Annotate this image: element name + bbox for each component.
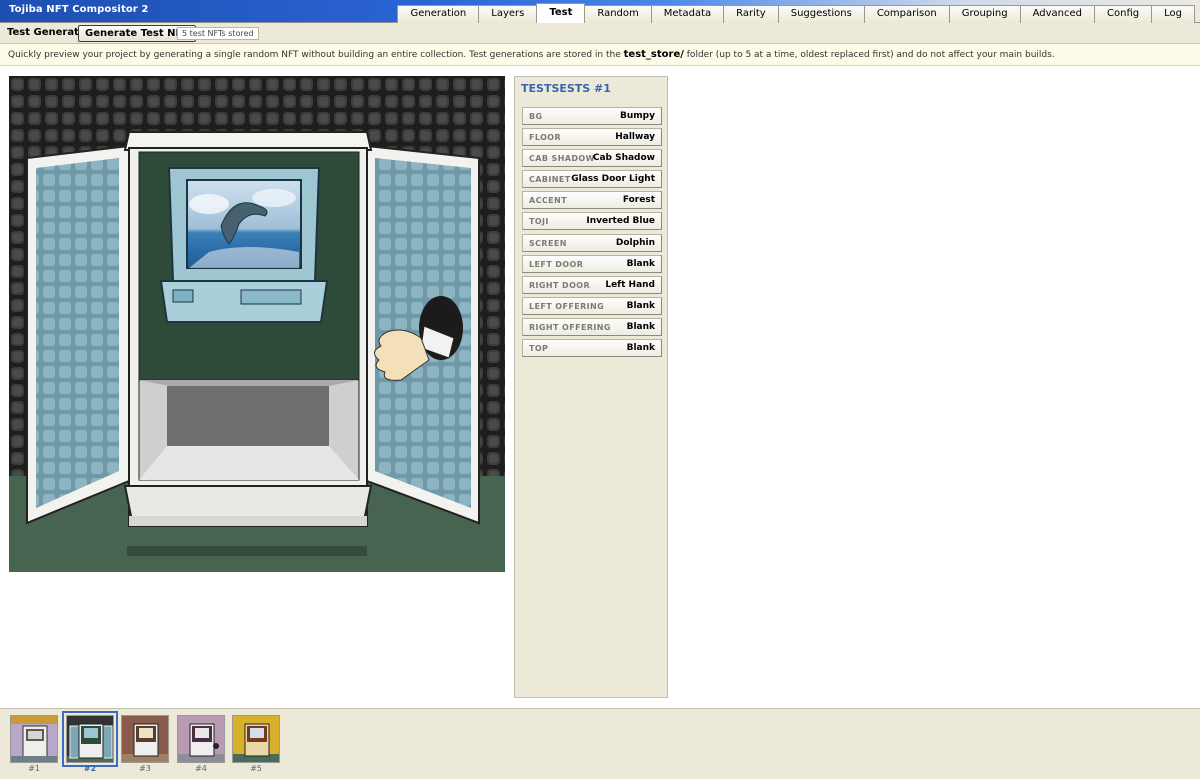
thumbnail-5-label: #5 [250, 764, 262, 773]
thumbnail-1-label: #1 [28, 764, 40, 773]
trait-row-top[interactable]: TOP Blank [522, 339, 662, 357]
trait-key: FLOOR [529, 133, 562, 142]
tab-advanced[interactable]: Advanced [1019, 5, 1096, 23]
trait-row-toji[interactable]: TOJI Inverted Blue [522, 212, 662, 230]
trait-row-floor[interactable]: FLOOR Hallway [522, 128, 662, 146]
trait-row-left-offering[interactable]: LEFT OFFERING Blank [522, 297, 662, 315]
nft-artwork [9, 76, 505, 572]
trait-value: Blank [626, 322, 655, 332]
trait-key: TOJI [529, 217, 549, 226]
trait-key: LEFT OFFERING [529, 302, 605, 311]
thumbnail-4[interactable] [177, 715, 225, 763]
thumbnail-3[interactable] [121, 715, 169, 763]
trait-key: SCREEN [529, 239, 567, 248]
nft-preview-image [9, 76, 505, 572]
trait-value: Left Hand [605, 280, 655, 290]
title-bar: Tojiba NFT Compositor 2 Generation Layer… [0, 0, 1200, 23]
trait-value: Inverted Blue [586, 216, 655, 226]
tab-log[interactable]: Log [1151, 5, 1195, 23]
trait-key: CABINET [529, 175, 571, 184]
trait-row-left-door[interactable]: LEFT DOOR Blank [522, 255, 662, 273]
tab-comparison[interactable]: Comparison [863, 5, 950, 23]
info-text-before: Quickly preview your project by generati… [8, 50, 624, 60]
thumbnail-strip: #1 #2 #3 #4 #5 [0, 708, 1200, 779]
thumbnail-2-image [67, 716, 113, 762]
thumbnail-5[interactable] [232, 715, 280, 763]
trait-key: RIGHT DOOR [529, 281, 591, 290]
tab-config[interactable]: Config [1094, 5, 1153, 23]
thumbnail-2[interactable] [62, 711, 118, 767]
thumbnail-3-image [122, 716, 168, 762]
trait-value: Blank [626, 343, 655, 353]
tab-layers[interactable]: Layers [478, 5, 538, 23]
trait-row-accent[interactable]: ACCENT Forest [522, 191, 662, 209]
tab-metadata[interactable]: Metadata [650, 5, 725, 23]
trait-key: CAB SHADOW [529, 154, 595, 163]
stored-count-badge: 5 test NFTs stored [177, 27, 259, 40]
app-title: Tojiba NFT Compositor 2 [9, 4, 149, 15]
tab-generation[interactable]: Generation [397, 5, 480, 23]
tab-rarity[interactable]: Rarity [723, 5, 779, 23]
tab-test[interactable]: Test [536, 3, 586, 23]
thumbnail-2-label: #2 [83, 764, 97, 773]
info-banner: Quickly preview your project by generati… [0, 44, 1200, 66]
info-text-after: folder (up to 5 at a time, oldest replac… [683, 50, 1055, 60]
trait-key: LEFT DOOR [529, 260, 584, 269]
traits-panel-title: TESTSESTS #1 [521, 82, 611, 95]
traits-panel: TESTSESTS #1 BG Bumpy FLOOR Hallway CAB … [514, 76, 668, 698]
trait-row-cabinet[interactable]: CABINET Glass Door Light [522, 170, 662, 188]
thumbnail-4-image [178, 716, 224, 762]
trait-value: Cab Shadow [592, 153, 655, 163]
thumbnail-4-label: #4 [195, 764, 207, 773]
trait-key: RIGHT OFFERING [529, 323, 611, 332]
trait-row-screen[interactable]: SCREEN Dolphin [522, 234, 662, 252]
trait-key: TOP [529, 344, 549, 353]
thumbnail-1[interactable] [10, 715, 58, 763]
toolbar: Test Generator Generate Test NFT 5 test … [0, 23, 1200, 44]
trait-value: Hallway [615, 132, 655, 142]
thumbnail-1-image [11, 716, 57, 762]
thumbnail-3-label: #3 [139, 764, 151, 773]
tab-suggestions[interactable]: Suggestions [777, 5, 865, 23]
trait-row-right-offering[interactable]: RIGHT OFFERING Blank [522, 318, 662, 336]
trait-value: Dolphin [615, 238, 655, 248]
tab-random[interactable]: Random [584, 5, 652, 23]
trait-row-right-door[interactable]: RIGHT DOOR Left Hand [522, 276, 662, 294]
trait-value: Bumpy [620, 111, 655, 121]
trait-row-bg[interactable]: BG Bumpy [522, 107, 662, 125]
thumbnail-5-image [233, 716, 279, 762]
info-folder-name: test_store/ [623, 49, 684, 60]
tab-grouping[interactable]: Grouping [948, 5, 1021, 23]
trait-value: Blank [626, 301, 655, 311]
trait-key: ACCENT [529, 196, 567, 205]
trait-row-cab-shadow[interactable]: CAB SHADOW Cab Shadow [522, 149, 662, 167]
trait-value: Forest [622, 195, 655, 205]
trait-key: BG [529, 112, 543, 121]
trait-value: Glass Door Light [571, 174, 655, 184]
trait-value: Blank [626, 259, 655, 269]
tab-strip: Generation Layers Test Random Metadata R… [397, 3, 1195, 23]
